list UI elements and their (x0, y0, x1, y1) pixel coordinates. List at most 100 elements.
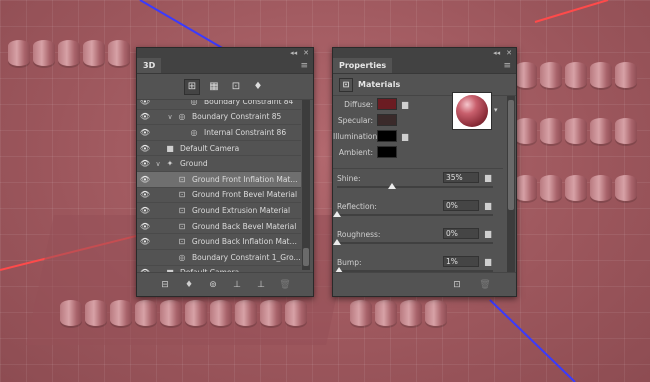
constraint-icon: ◎ (190, 127, 198, 137)
layers-scroll-thumb[interactable] (303, 248, 309, 266)
material-filter-icon[interactable]: ⊡ (228, 79, 244, 95)
folder-icon[interactable]: ▆ (485, 201, 491, 210)
layer-row[interactable]: 👁 ⊡ Ground Back Inflation Mate... (137, 234, 301, 250)
instance-icon[interactable]: ⊚ (206, 278, 220, 292)
panel-menu-icon[interactable]: ≡ (300, 58, 308, 73)
properties-scrollbar[interactable] (507, 96, 515, 272)
material-label: Specular: (337, 115, 373, 125)
slider-row: Reflection: 0% ▆ (333, 200, 501, 228)
layer-name: Boundary Constraint 84 (204, 100, 294, 106)
color-swatch[interactable] (377, 146, 397, 158)
slider-thumb[interactable] (333, 211, 341, 217)
cylinder-row (515, 62, 637, 88)
eye-icon[interactable]: 👁 (137, 144, 153, 153)
red-axis-right (534, 0, 609, 23)
chevron-down-icon[interactable]: ▾ (494, 106, 498, 114)
layer-row[interactable]: 👁 ◎ Internal Constraint 86 (137, 125, 301, 141)
collapse-icon[interactable]: ◂◂ (493, 49, 500, 57)
material-row: Specular: (333, 113, 443, 127)
material-preview[interactable] (452, 92, 492, 130)
material-label: Ambient: (338, 147, 373, 157)
folder-icon[interactable]: ▆ (402, 132, 413, 141)
material-icon: ⊡ (178, 174, 186, 184)
folder-icon[interactable]: ▆ (485, 257, 491, 266)
layer-row[interactable]: 👁 ■ Default Camera (137, 141, 301, 157)
eye-icon[interactable]: 👁 (137, 159, 153, 168)
layers-scrollbar[interactable] (302, 100, 310, 270)
section-title: Materials (358, 80, 401, 89)
layer-row[interactable]: 👁 ∨ ◎ Boundary Constraint 85 (137, 110, 301, 126)
tab-3d[interactable]: 3D (137, 58, 162, 73)
eye-icon[interactable]: 👁 (137, 222, 153, 231)
eye-icon[interactable]: 👁 (137, 100, 153, 106)
eye-icon[interactable]: 👁 (137, 175, 153, 184)
color-swatch[interactable] (377, 130, 397, 142)
drop-to-plane-icon[interactable]: ⊥ (254, 278, 268, 292)
folder-icon[interactable]: ▆ (402, 100, 413, 109)
chevron-down-icon[interactable]: ∨ (153, 160, 163, 168)
layer-row[interactable]: 👁 ⊡ Ground Extrusion Material (137, 203, 301, 219)
slider-thumb[interactable] (387, 183, 396, 189)
eye-icon[interactable]: 👁 (137, 112, 153, 121)
trash-icon[interactable]: 🗑 (278, 278, 292, 292)
folder-icon[interactable]: ▆ (485, 173, 491, 182)
light-filter-icon[interactable]: ♦ (250, 79, 266, 95)
properties-scroll-thumb[interactable] (508, 100, 514, 210)
folder-icon[interactable]: ▆ (485, 229, 491, 238)
panel-menu-icon[interactable]: ≡ (503, 58, 511, 73)
eye-icon[interactable]: 👁 (137, 190, 153, 199)
slider-track[interactable] (337, 214, 493, 216)
slider-value-input[interactable]: 1% (443, 256, 479, 267)
trash-icon[interactable]: 🗑 (478, 278, 492, 292)
collapse-icon[interactable]: ◂◂ (290, 49, 297, 57)
color-swatch[interactable] (377, 98, 397, 110)
material-icon: ⊡ (178, 221, 186, 231)
eye-icon[interactable]: 👁 (137, 128, 153, 137)
slider-label: Roughness: (337, 230, 381, 239)
ground-icon[interactable]: ⊥ (230, 278, 244, 292)
layer-row[interactable]: ◎ Boundary Constraint 1_Gro... (137, 250, 301, 266)
chevron-down-icon[interactable]: ∨ (165, 113, 175, 121)
layer-name: Boundary Constraint 85 (192, 112, 282, 122)
material-row: Illumination: ▆ (333, 129, 443, 143)
slider-value-input[interactable]: 0% (443, 228, 479, 239)
filter-bar: ⊞ ▦ ⊡ ♦ (137, 74, 313, 100)
slider-thumb[interactable] (333, 239, 341, 245)
slider-value-input[interactable]: 0% (443, 200, 479, 211)
mesh-filter-icon[interactable]: ▦ (206, 79, 222, 95)
color-swatch[interactable] (377, 114, 397, 126)
material-icon: ⊡ (178, 205, 186, 215)
panel-tabbar: 3D ≡ (137, 58, 313, 74)
divider (333, 168, 503, 169)
eye-icon[interactable]: 👁 (137, 237, 153, 246)
slider-value-input[interactable]: 35% (443, 172, 479, 183)
mesh-new-icon[interactable]: ⊟ (158, 278, 172, 292)
close-icon[interactable]: ✕ (506, 49, 512, 57)
layer-name: Ground Back Inflation Mate... (191, 237, 301, 247)
layer-name: Ground Front Inflation Mat... (192, 174, 298, 184)
panel-controls: ◂◂ ✕ (137, 48, 313, 58)
layer-row[interactable]: 👁 ⊡ Ground Front Bevel Material (137, 188, 301, 204)
material-icon: ⊡ (178, 190, 186, 200)
layer-row[interactable]: 👁 ◎ Boundary Constraint 84 (137, 100, 301, 110)
eye-icon[interactable]: 👁 (137, 206, 153, 215)
material-label: Illumination: (333, 131, 380, 141)
light-new-icon[interactable]: ♦ (182, 278, 196, 292)
scene-filter-icon[interactable]: ⊞ (184, 78, 200, 95)
render-icon[interactable]: ⊡ (450, 278, 464, 292)
layer-row[interactable]: 👁 ∨ ✦ Ground (137, 156, 301, 172)
properties-bottom-bar: ⊡ 🗑 (333, 272, 516, 296)
layer-row[interactable]: 👁 ⊡ Ground Back Bevel Material (137, 219, 301, 235)
layer-name: Ground Back Bevel Material (192, 221, 297, 231)
slider-label: Bump: (337, 258, 362, 267)
properties-panel: ◂◂ ✕ Properties ≡ ⊡ Materials Diffuse: ▆ S… (332, 47, 517, 297)
tab-properties[interactable]: Properties (333, 58, 393, 73)
close-icon[interactable]: ✕ (303, 49, 309, 57)
material-row: Diffuse: ▆ (333, 97, 443, 111)
mesh-icon: ✦ (166, 159, 174, 169)
slider-track[interactable] (337, 242, 493, 244)
slider-track[interactable] (337, 186, 493, 188)
layer-row[interactable]: 👁 ⊡ Ground Front Inflation Mat... (137, 171, 301, 188)
3d-viewport[interactable] (0, 0, 650, 382)
